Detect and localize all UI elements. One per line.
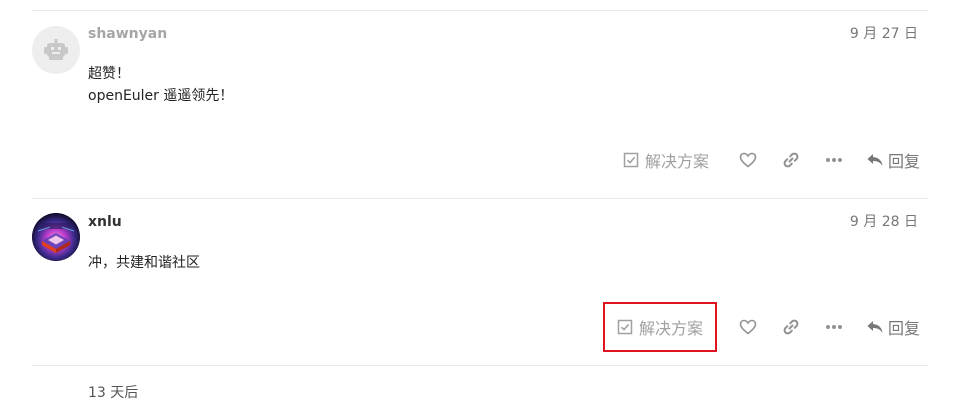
checkbox-icon (623, 152, 639, 168)
reply-arrow-icon (867, 154, 883, 166)
reply-label: 回复 (887, 152, 920, 171)
like-button[interactable] (727, 311, 770, 343)
post-body: 冲，共建和谐社区 (88, 252, 200, 274)
copy-link-button[interactable] (770, 311, 813, 343)
post-username[interactable]: xnlu (88, 213, 122, 231)
post-divider (32, 365, 928, 366)
post-username[interactable]: shawnyan (88, 25, 167, 43)
reply-button[interactable]: 回复 (856, 311, 920, 343)
post-divider (32, 10, 928, 11)
post-date[interactable]: 9 月 27 日 (850, 25, 918, 43)
ellipsis-icon (826, 158, 843, 162)
post-date[interactable]: 9 月 28 日 (850, 213, 918, 231)
post-divider (32, 198, 928, 199)
robot-avatar[interactable] (32, 26, 80, 74)
post-actions: 解决方案 回复 (602, 302, 920, 352)
more-options-button[interactable] (813, 144, 856, 176)
heart-icon (740, 152, 757, 168)
ellipsis-icon (826, 325, 843, 329)
more-options-button[interactable] (813, 311, 856, 343)
like-button[interactable] (727, 144, 770, 176)
post-body: 超赞！ openEuler 遥遥领先！ (88, 63, 233, 107)
reply-button[interactable]: 回复 (856, 144, 920, 176)
post-body-line: openEuler 遥遥领先！ (88, 88, 234, 104)
link-icon (784, 152, 799, 168)
heart-icon (740, 319, 757, 335)
reply-arrow-icon (867, 321, 883, 333)
post-body-line: 冲，共建和谐社区 (88, 255, 200, 271)
user-avatar[interactable] (32, 213, 80, 261)
solution-button[interactable]: 解决方案 (617, 144, 715, 176)
topic-post-stream: shawnyan 9 月 27 日 超赞！ openEuler 遥遥领先！ 解决… (0, 0, 960, 408)
solution-label: 解决方案 (638, 319, 703, 338)
link-icon (784, 319, 799, 335)
post-actions: 解决方案 回复 (617, 142, 920, 178)
reply-label: 回复 (887, 319, 920, 338)
checkbox-icon (617, 319, 633, 335)
time-gap-indicator: 13 天后 (88, 385, 139, 401)
solution-label: 解决方案 (644, 152, 709, 171)
post-body-line: 超赞！ (88, 66, 130, 82)
solution-button[interactable]: 解决方案 (602, 302, 717, 352)
copy-link-button[interactable] (770, 144, 813, 176)
